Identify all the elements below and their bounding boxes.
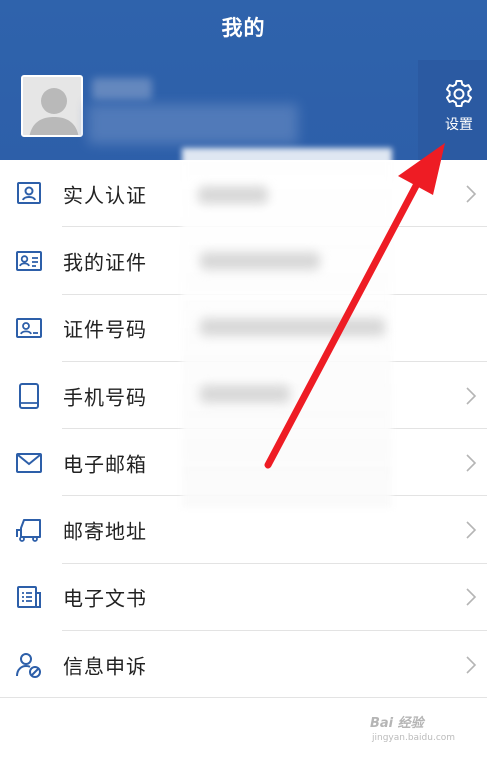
blurred-value bbox=[200, 318, 385, 336]
menu-item-info-appeal[interactable]: 信息申诉 bbox=[0, 631, 487, 699]
menu-item-label: 电子文书 bbox=[63, 586, 147, 611]
user-name-blurred bbox=[92, 78, 152, 100]
chevron-right-icon bbox=[466, 454, 477, 472]
chevron-right-icon bbox=[466, 185, 477, 203]
menu-item-label: 我的证件 bbox=[63, 250, 147, 275]
page-title: 我的 bbox=[221, 16, 266, 40]
id-number-icon bbox=[16, 318, 42, 339]
blurred-value bbox=[200, 385, 290, 403]
avatar[interactable] bbox=[21, 75, 83, 137]
menu-item-label: 手机号码 bbox=[63, 385, 147, 410]
truck-icon bbox=[16, 519, 41, 543]
user-id-blurred bbox=[88, 104, 298, 144]
id-card-icon bbox=[16, 250, 42, 271]
chevron-right-icon bbox=[466, 521, 477, 539]
settings-button[interactable]: 设置 bbox=[433, 78, 485, 142]
menu-item-electronic-documents[interactable]: 电子文书 bbox=[0, 564, 487, 632]
mail-icon bbox=[16, 452, 42, 473]
chevron-right-icon bbox=[466, 386, 477, 405]
phone-icon bbox=[19, 382, 39, 409]
chevron-right-icon bbox=[466, 656, 477, 674]
id-person-icon bbox=[17, 181, 41, 204]
menu-item-label: 信息申诉 bbox=[63, 654, 147, 679]
blurred-value bbox=[198, 186, 268, 204]
menu-item-label: 实人认证 bbox=[63, 183, 147, 208]
watermark-url: jingyan.baidu.com bbox=[372, 733, 456, 743]
gear-icon bbox=[446, 80, 472, 107]
chevron-right-icon bbox=[466, 588, 477, 606]
watermark-logo: Bai 经验 bbox=[370, 716, 424, 731]
blurred-value bbox=[200, 252, 320, 270]
avatar-placeholder-icon bbox=[23, 77, 81, 135]
menu-item-label: 邮寄地址 bbox=[63, 519, 147, 544]
header-bar: 我的 设置 bbox=[0, 0, 487, 160]
settings-label: 设置 bbox=[445, 117, 473, 133]
menu-item-label: 电子邮箱 bbox=[63, 452, 147, 477]
menu-item-label: 证件号码 bbox=[63, 317, 147, 342]
document-icon bbox=[17, 586, 41, 609]
user-appeal-icon bbox=[16, 652, 41, 678]
